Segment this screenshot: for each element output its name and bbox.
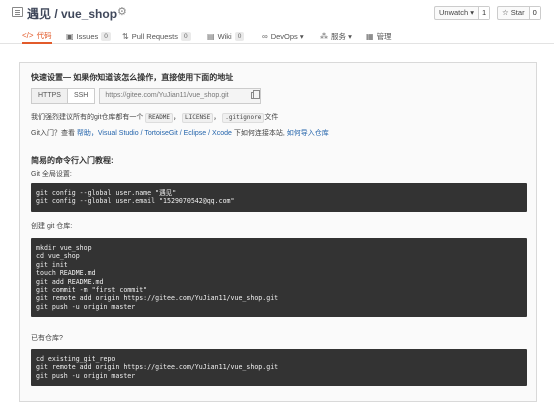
help-link[interactable]: 帮助 [77,130,91,137]
intro-prefix: Git入门？查看 [31,130,77,137]
https-toggle[interactable]: HTTPS [31,88,68,104]
code-line: cd vue_shop [36,252,80,261]
ssh-toggle[interactable]: SSH [67,88,96,104]
code-line: git config --global user.name "遇见" [36,189,177,197]
copy-icon[interactable] [251,90,261,99]
existing-repo-label: 已有仓库? [31,335,63,342]
star-count[interactable]: 0 [528,7,540,19]
repo-tabs: </> 代码 ▣ Issues 0 ⇅ Pull Requests 0 ▤ Wi… [0,28,554,44]
code-line: git push -u origin master [36,371,136,380]
tools-link[interactable]: ，Visual Studio / TortoiseGit / Eclipse /… [91,130,232,137]
existing-repo-code[interactable]: cd existing_git_repo git remote add orig… [31,349,527,387]
pull-requests-count-badge: 0 [180,31,191,41]
repo-title[interactable]: 遇见 / vue_shop [27,5,117,22]
tab-label: Pull Requests [131,31,178,41]
create-repo-label: 创建 git 仓库: [31,223,73,230]
global-setup-code[interactable]: git config --global user.name "遇见" git c… [31,183,527,212]
unwatch-button[interactable]: Unwatch ▾ [435,7,478,19]
recommend-suffix: 文件 [264,114,279,121]
separator: ， [213,114,221,121]
watch-button-group: Unwatch ▾ 1 [434,6,491,20]
tutorial-title: 简易的命令行入门教程: [31,156,114,165]
code-line: git remote add origin https://gitee.com/… [36,294,279,303]
wiki-icon: ▤ [207,31,215,41]
issues-count-badge: 0 [101,31,111,41]
code-icon: </> [22,30,34,40]
license-chip: LICENSE [182,113,214,123]
wiki-count-badge: 0 [234,31,245,41]
code-line: cd existing_git_repo [36,355,116,363]
quick-setup-title: 快速设置— 如果你知道该怎么操作，直接使用下面的地址 [31,73,234,82]
code-line: git add README.md [36,277,104,286]
watch-count[interactable]: 1 [478,7,490,19]
global-setup-label: Git 全局设置: [31,171,72,178]
quick-setup-panel: 快速设置— 如果你知道该怎么操作，直接使用下面的地址 HTTPS SSH htt… [19,62,537,402]
repository-icon [12,7,23,17]
code-line: touch README.md [36,269,96,278]
tab-label: Wiki [217,31,232,41]
clone-url-bar: HTTPS SSH https://gitee.com/YuJian11/vue… [31,88,262,104]
code-line: git push -u origin master [36,302,136,311]
repo-header: 遇见 / vue_shop ⚙ Unwatch ▾ 1 ☆ Star 0 [0,0,554,26]
readme-chip: README [145,113,174,123]
services-icon: ⁂ [320,31,328,41]
recommend-line: 我们强烈建议所有的git仓库都有一个 README， LICENSE， .git… [31,112,278,123]
gitignore-chip: .gitignore [222,113,265,123]
separator: ， [173,114,181,121]
devops-icon: ∞ [262,31,268,41]
code-line: mkdir vue_shop [36,244,92,252]
tab-devops[interactable]: ∞ DevOps ▾ [262,28,304,44]
tab-label: DevOps ▾ [270,31,304,41]
git-intro-line: Git入门？查看 帮助，Visual Studio / TortoiseGit … [31,128,329,138]
create-repo-code[interactable]: mkdir vue_shop cd vue_shop git init touc… [31,238,527,318]
tab-label: 服务 ▾ [331,31,352,41]
tab-wiki[interactable]: ▤ Wiki 0 [207,28,245,44]
clone-url-text: https://gitee.com/YuJian11/vue_shop.git [105,92,229,99]
star-button[interactable]: ☆ Star [498,7,529,19]
tab-pull-requests[interactable]: ⇅ Pull Requests 0 [122,28,191,44]
star-button-group: ☆ Star 0 [497,6,541,20]
code-line: git init [36,260,68,269]
code-line: git remote add origin https://gitee.com/… [36,363,279,372]
code-line: git config --global user.email "15290705… [36,197,235,206]
code-line: git commit -m "first commit" [36,286,148,295]
recommend-prefix: 我们强烈建议所有的git仓库都有一个 [31,114,144,121]
tab-services[interactable]: ⁂ 服务 ▾ [320,28,352,44]
clone-url-field[interactable]: https://gitee.com/YuJian11/vue_shop.git [99,88,262,104]
tab-code[interactable]: </> 代码 [22,28,52,44]
tab-label: Issues [76,31,99,41]
manage-icon: ▦ [366,31,374,41]
pull-request-icon: ⇅ [122,31,129,41]
issues-icon: ▣ [66,31,74,41]
tab-label: 代码 [36,30,52,40]
tab-manage[interactable]: ▦ 管理 [366,28,392,44]
tab-label: 管理 [376,31,392,41]
tab-issues[interactable]: ▣ Issues 0 [66,28,111,44]
settings-gear-icon[interactable]: ⚙ [117,5,127,18]
intro-mid: 下如何连接本站, [231,130,287,137]
import-repo-link[interactable]: 如何导入仓库 [287,130,329,137]
